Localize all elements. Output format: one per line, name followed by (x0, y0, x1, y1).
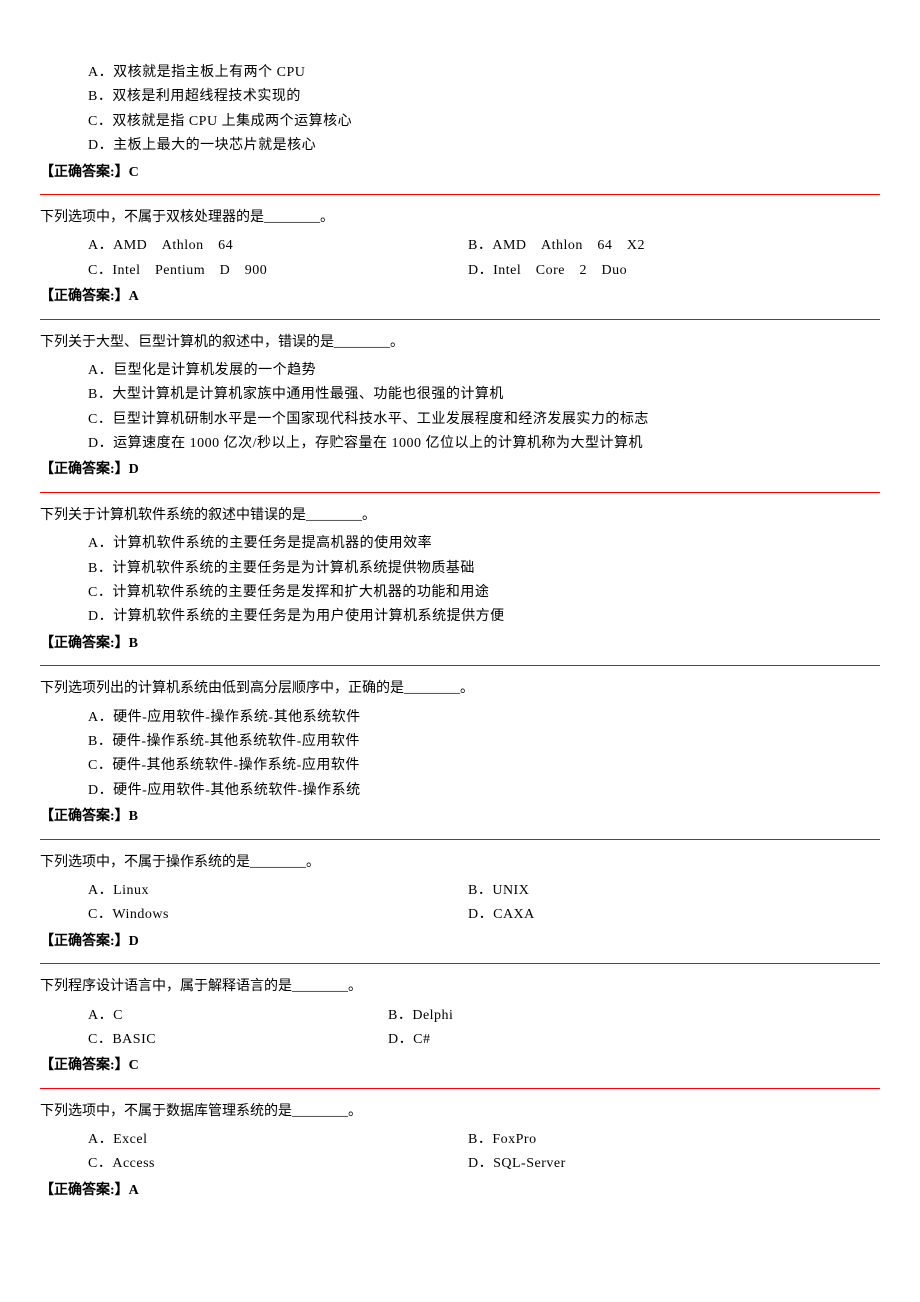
question-stem: 下列选项中，不属于数据库管理系统的是________。 (40, 1101, 880, 1123)
question-stem: 下列选项中，不属于双核处理器的是________。 (40, 207, 880, 229)
divider (40, 1088, 880, 1089)
question-6: 下列选项中，不属于操作系统的是________。 A．Linux B．UNIX … (40, 852, 880, 954)
option-b: B．硬件-操作系统-其他系统软件-应用软件 (88, 731, 880, 753)
option-a: A．双核就是指主板上有两个 CPU (88, 62, 880, 84)
options-grid: A．Linux B．UNIX C．Windows D．CAXA (40, 880, 880, 927)
option-b: B．双核是利用超线程技术实现的 (88, 86, 880, 108)
divider (40, 963, 880, 964)
option-c: C．双核就是指 CPU 上集成两个运算核心 (88, 111, 880, 133)
question-5: 下列选项列出的计算机系统由低到高分层顺序中，正确的是________。 A．硬件… (40, 678, 880, 828)
answer-label: 【正确答案:】C (40, 1055, 880, 1077)
option-a: A．Linux (88, 880, 468, 902)
answer-label: 【正确答案:】D (40, 459, 880, 481)
answer-label: 【正确答案:】A (40, 1180, 880, 1202)
answer-label: 【正确答案:】C (40, 162, 880, 184)
options-grid: A．C B．Delphi C．BASIC D．C# (40, 1005, 880, 1052)
question-stem: 下列选项中，不属于操作系统的是________。 (40, 852, 880, 874)
option-a: A．计算机软件系统的主要任务是提高机器的使用效率 (88, 533, 880, 555)
option-a: A．硬件-应用软件-操作系统-其他系统软件 (88, 707, 880, 729)
option-c: C．硬件-其他系统软件-操作系统-应用软件 (88, 755, 880, 777)
option-d: D．C# (388, 1029, 880, 1051)
options-grid: A．AMD Athlon 64 B．AMD Athlon 64 X2 C．Int… (40, 235, 880, 282)
question-stem: 下列选项列出的计算机系统由低到高分层顺序中，正确的是________。 (40, 678, 880, 700)
question-stem: 下列程序设计语言中，属于解释语言的是________。 (40, 976, 880, 998)
option-c: C．BASIC (88, 1029, 388, 1051)
option-d: D．CAXA (468, 904, 880, 926)
option-d: D．运算速度在 1000 亿次/秒以上，存贮容量在 1000 亿位以上的计算机称… (88, 433, 880, 455)
option-c: C．Access (88, 1153, 468, 1175)
divider (40, 194, 880, 195)
option-d: D．主板上最大的一块芯片就是核心 (88, 135, 880, 157)
answer-label: 【正确答案:】D (40, 931, 880, 953)
option-a: A．C (88, 1005, 388, 1027)
option-c: C．计算机软件系统的主要任务是发挥和扩大机器的功能和用途 (88, 582, 880, 604)
question-2: 下列选项中，不属于双核处理器的是________。 A．AMD Athlon 6… (40, 207, 880, 309)
answer-label: 【正确答案:】A (40, 286, 880, 308)
question-stem: 下列关于大型、巨型计算机的叙述中，错误的是________。 (40, 332, 880, 354)
option-d: D．硬件-应用软件-其他系统软件-操作系统 (88, 780, 880, 802)
option-d: D．SQL-Server (468, 1153, 880, 1175)
divider (40, 839, 880, 840)
question-stem: 下列关于计算机软件系统的叙述中错误的是________。 (40, 505, 880, 527)
options-list: A．双核就是指主板上有两个 CPU B．双核是利用超线程技术实现的 C．双核就是… (40, 62, 880, 158)
question-3: 下列关于大型、巨型计算机的叙述中，错误的是________。 A．巨型化是计算机… (40, 332, 880, 482)
divider (40, 492, 880, 493)
divider (40, 665, 880, 666)
option-b: B．计算机软件系统的主要任务是为计算机系统提供物质基础 (88, 558, 880, 580)
option-a: A．AMD Athlon 64 (88, 235, 468, 257)
option-d: D．计算机软件系统的主要任务是为用户使用计算机系统提供方便 (88, 606, 880, 628)
question-4: 下列关于计算机软件系统的叙述中错误的是________。 A．计算机软件系统的主… (40, 505, 880, 655)
options-list: A．硬件-应用软件-操作系统-其他系统软件 B．硬件-操作系统-其他系统软件-应… (40, 707, 880, 803)
option-b: B．Delphi (388, 1005, 880, 1027)
option-b: B．AMD Athlon 64 X2 (468, 235, 880, 257)
question-7: 下列程序设计语言中，属于解释语言的是________。 A．C B．Delphi… (40, 976, 880, 1078)
option-b: B．UNIX (468, 880, 880, 902)
divider (40, 319, 880, 320)
option-d: D．Intel Core 2 Duo (468, 260, 880, 282)
answer-label: 【正确答案:】B (40, 806, 880, 828)
option-a: A．巨型化是计算机发展的一个趋势 (88, 360, 880, 382)
option-b: B．大型计算机是计算机家族中通用性最强、功能也很强的计算机 (88, 384, 880, 406)
question-8: 下列选项中，不属于数据库管理系统的是________。 A．Excel B．Fo… (40, 1101, 880, 1203)
options-list: A．计算机软件系统的主要任务是提高机器的使用效率 B．计算机软件系统的主要任务是… (40, 533, 880, 629)
question-1: A．双核就是指主板上有两个 CPU B．双核是利用超线程技术实现的 C．双核就是… (40, 62, 880, 184)
option-a: A．Excel (88, 1129, 468, 1151)
option-b: B．FoxPro (468, 1129, 880, 1151)
option-c: C．Intel Pentium D 900 (88, 260, 468, 282)
answer-label: 【正确答案:】B (40, 633, 880, 655)
options-list: A．巨型化是计算机发展的一个趋势 B．大型计算机是计算机家族中通用性最强、功能也… (40, 360, 880, 456)
options-grid: A．Excel B．FoxPro C．Access D．SQL-Server (40, 1129, 880, 1176)
option-c: C．Windows (88, 904, 468, 926)
option-c: C．巨型计算机研制水平是一个国家现代科技水平、工业发展程度和经济发展实力的标志 (88, 409, 880, 431)
